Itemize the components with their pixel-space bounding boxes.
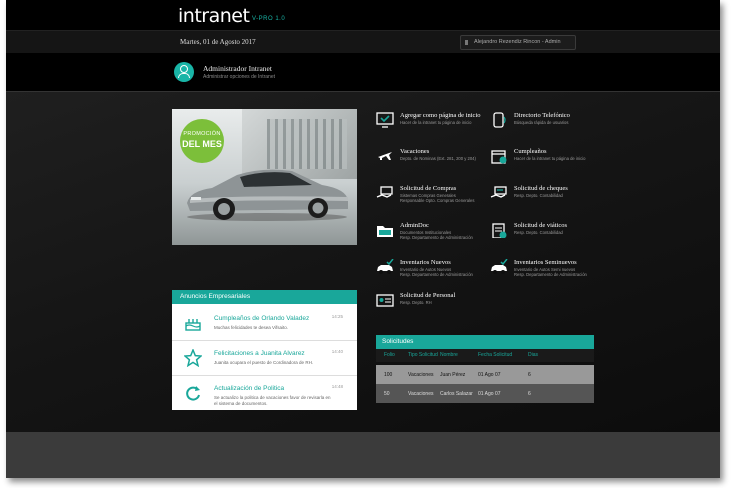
- menu-new-inventory[interactable]: Inventarios Nuevos Inventario de Autos N…: [376, 257, 476, 281]
- menu-staff-request[interactable]: Solicitud de Personal Resp. Depto. RH: [376, 290, 476, 314]
- user-icon: [465, 40, 468, 45]
- cash-hand-icon: [376, 186, 393, 198]
- announcement-desc: Muchas felicidades te desea Vifsaito.: [214, 325, 288, 330]
- menu-home-page[interactable]: Agregar como página de inicio Hacer de l…: [376, 110, 481, 134]
- requests-table: Solicitudes Folio Tipo Solicitud Nombre …: [376, 335, 594, 409]
- announcement-time: 14:48: [331, 384, 343, 389]
- date-bar: Martes, 01 de Agosto 2017 Alejandro Reze…: [6, 30, 720, 54]
- menu-birthdays[interactable]: Cumpleaños Hacer de la intranet tu págin…: [490, 146, 590, 170]
- announcement-item[interactable]: Cumpleaños de Orlando Valadez Muchas fel…: [172, 306, 357, 341]
- car-check-icon: [377, 259, 394, 274]
- promo-badge: PROMOCIÓN DEL MES: [180, 119, 224, 163]
- admin-subtitle: Administrar opciones de Intranet: [203, 74, 275, 80]
- id-card-icon: [376, 294, 394, 307]
- menu-admindoc[interactable]: AdminDoc Documentos Institucionales Resp…: [376, 220, 476, 244]
- announcement-title: Felicitaciones a Juanita Alvarez: [214, 350, 305, 357]
- table-row[interactable]: 50 Vacaciones Carlos Salazar 01 Ago 07 6: [376, 384, 594, 403]
- clipboard-check-icon: [492, 223, 507, 238]
- table-row[interactable]: 100 Vacaciones Juan Pérez 01 Ago 07 6: [376, 365, 594, 384]
- calendar-icon: [491, 150, 507, 164]
- requests-header: Solicitudes: [376, 335, 594, 349]
- monitor-check-icon: [376, 112, 394, 128]
- menu-used-inventory[interactable]: Inventarios Seminuevos Inventario de Aut…: [490, 257, 590, 281]
- birthday-cake-icon: [185, 319, 201, 331]
- menu-vacations[interactable]: Vacaciones Depto. de Nominas (Ext. 281, …: [376, 146, 476, 170]
- app-window: intranet V-PRO 1.0 Martes, 01 de Agosto …: [6, 0, 720, 478]
- requests-columns: Folio Tipo Solicitud Nombre Fecha Solici…: [376, 349, 594, 362]
- top-bar: intranet V-PRO 1.0: [6, 0, 720, 30]
- admin-bar[interactable]: Administrador Intranet Administrar opcio…: [6, 53, 720, 92]
- main-content: PROMOCIÓN DEL MES Anuncios Empresariales: [6, 92, 720, 432]
- admin-title: Administrador Intranet: [203, 64, 272, 73]
- admin-user-icon: [174, 62, 194, 82]
- announcement-item[interactable]: Felicitaciones a Juanita Alvarez Juanita…: [172, 341, 357, 376]
- announcement-title: Actualización de Politica: [214, 385, 285, 392]
- announcement-title: Cumpleaños de Orlando Valadez: [214, 315, 310, 322]
- promo-banner[interactable]: PROMOCIÓN DEL MES: [172, 109, 357, 245]
- app-version: V-PRO 1.0: [252, 16, 286, 22]
- announcement-item[interactable]: Actualización de Politica Se actualizo l…: [172, 376, 357, 410]
- check-hand-icon: [490, 186, 507, 198]
- announcements-panel: Anuncios Empresariales Cumpleaños de Orl…: [172, 290, 357, 410]
- star-icon: [184, 349, 202, 367]
- user-menu-button[interactable]: Alejandro Rezendiz Rincon - Admin: [460, 35, 576, 50]
- car-image: [187, 169, 348, 221]
- menu-check-request[interactable]: Solicitud de cheques Resp. Depto. Contab…: [490, 183, 590, 207]
- refresh-icon: [186, 386, 200, 401]
- plane-icon: [378, 152, 392, 160]
- car-check-icon: [491, 259, 508, 274]
- current-date: Martes, 01 de Agosto 2017: [180, 38, 256, 46]
- menu-purchase-request[interactable]: Solicitud de Compras Sistemas Compras Ge…: [376, 183, 476, 207]
- folder-icon: [377, 226, 393, 237]
- footer: [6, 432, 720, 478]
- announcement-desc: Juanita ocupara el puesto de Cordinadora…: [214, 360, 314, 365]
- announcement-time: 14:40: [331, 349, 343, 354]
- phone-icon: [493, 112, 506, 128]
- announcement-desc: Se actualizo la politica de vacaciones f…: [214, 395, 331, 406]
- user-name: Alejandro Rezendiz Rincon - Admin: [474, 39, 561, 45]
- menu-phone-directory[interactable]: Directorio Telefónico Búsqueda rápida de…: [490, 110, 590, 134]
- announcements-header: Anuncios Empresariales: [172, 290, 357, 304]
- app-logo[interactable]: intranet: [178, 5, 250, 27]
- announcement-time: 14:25: [331, 314, 343, 319]
- menu-travel-expenses[interactable]: Solicitud de viáticos Resp. Depto. Conta…: [490, 220, 590, 244]
